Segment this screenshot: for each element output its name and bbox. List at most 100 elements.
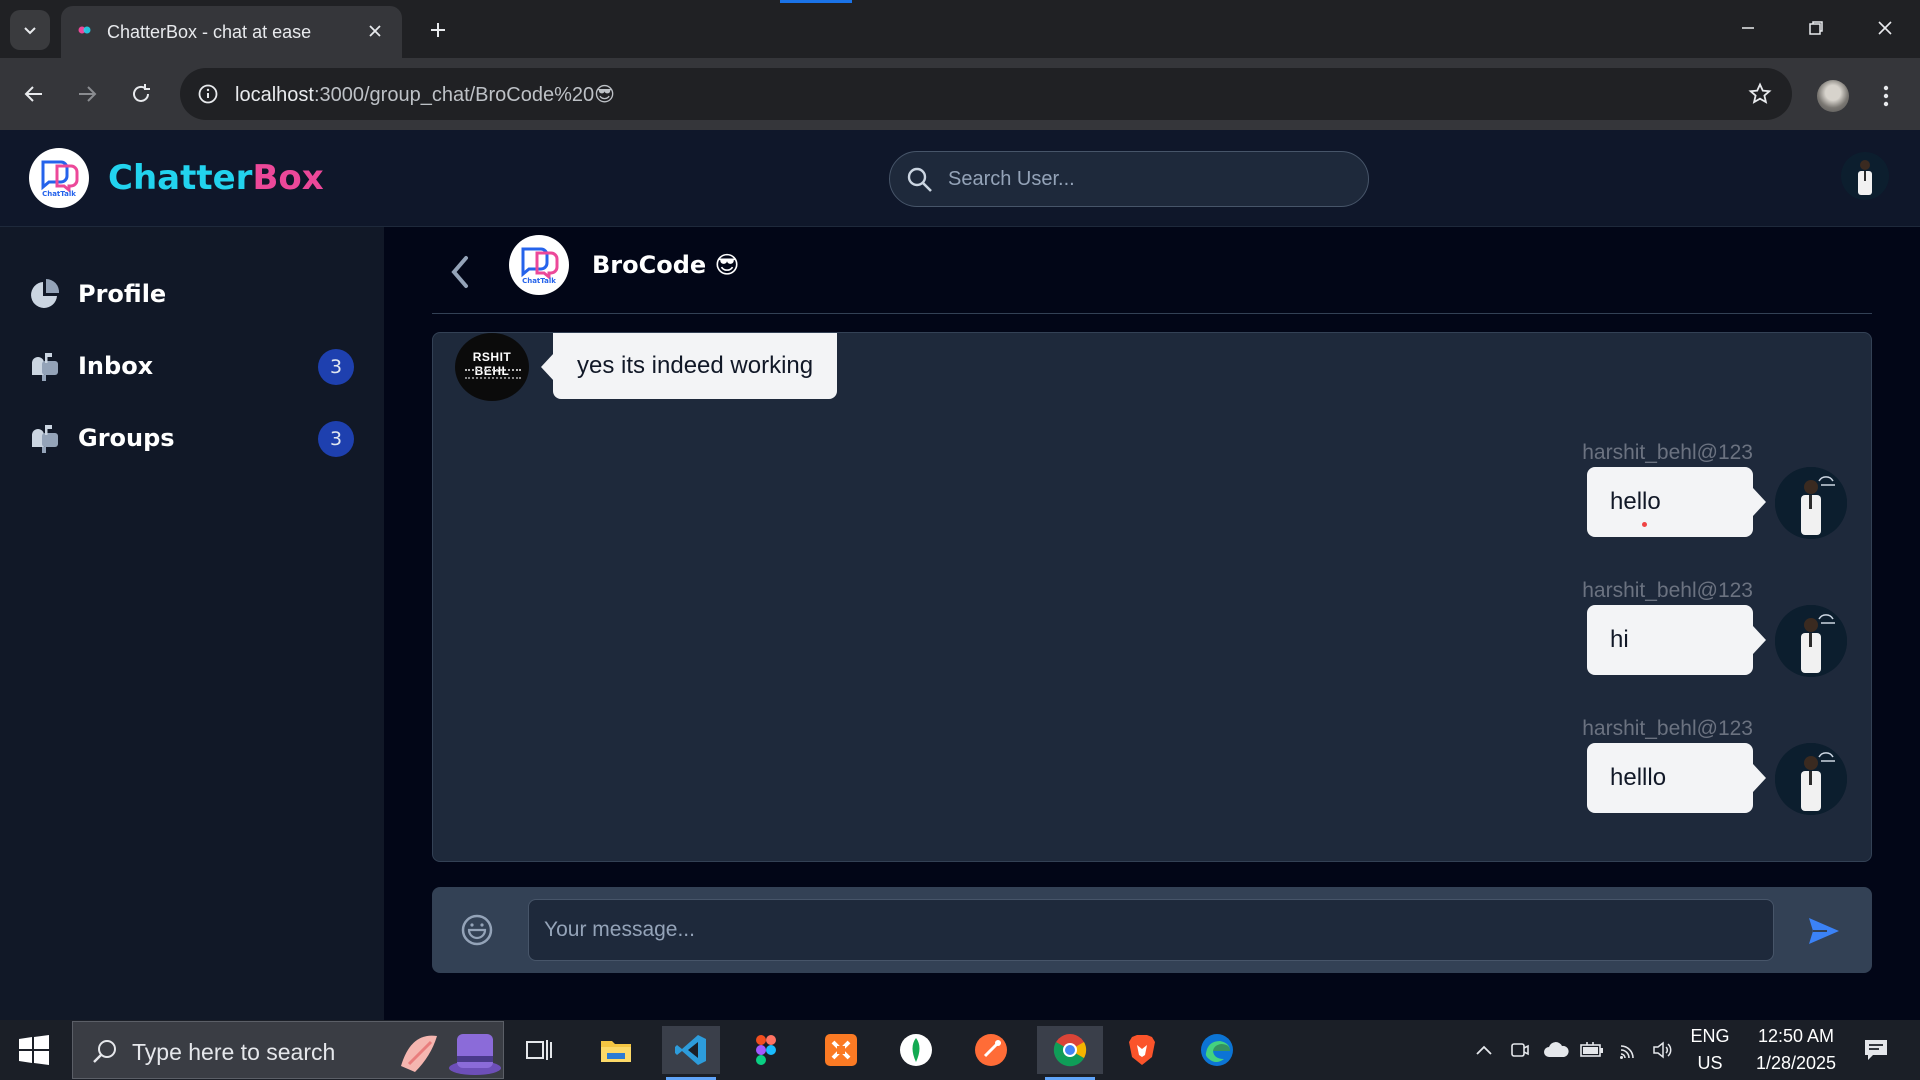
message-input[interactable] <box>528 899 1774 961</box>
sender-avatar[interactable]: RSHIT BEHL <box>455 333 529 401</box>
taskbar-chrome[interactable] <box>1037 1026 1103 1080</box>
search-highlight-icon <box>401 1034 501 1075</box>
taskbar-file-explorer[interactable] <box>587 1026 645 1074</box>
arrow-left-icon <box>24 86 42 102</box>
brave-icon <box>1129 1035 1155 1065</box>
send-button[interactable] <box>1802 909 1846 953</box>
vscode-icon <box>675 1035 706 1065</box>
browser-tabstrip: ChatterBox - chat at ease <box>0 0 1920 58</box>
camera-icon <box>1511 1043 1529 1057</box>
tray-meet[interactable] <box>1506 1020 1534 1080</box>
message-text: helllo <box>1610 764 1667 791</box>
speaker-icon <box>1653 1041 1672 1059</box>
tray-volume[interactable] <box>1648 1020 1678 1080</box>
groups-count-badge: 3 <box>318 421 354 457</box>
close-icon <box>1878 21 1892 35</box>
tray-onedrive[interactable] <box>1540 1020 1572 1080</box>
user-search[interactable] <box>889 151 1369 207</box>
sidebar-item-groups[interactable]: Groups 3 <box>28 413 358 463</box>
inbox-count-badge: 3 <box>318 349 354 385</box>
group-avatar[interactable]: ChatTalk <box>509 235 569 295</box>
wifi-icon <box>1620 1045 1634 1059</box>
browser-toolbar: localhost:3000/group_chat/BroCode%20😎 <box>0 58 1920 130</box>
reload-icon <box>133 84 150 102</box>
taskbar-xampp[interactable] <box>812 1026 870 1074</box>
url-text: localhost:3000/group_chat/BroCode%20😎 <box>235 82 615 107</box>
reload-button[interactable] <box>121 74 161 114</box>
battery-icon <box>1580 1042 1603 1057</box>
tray-clock[interactable]: 12:50 AM 1/28/2025 <box>1740 1020 1852 1080</box>
region-code: US <box>1697 1053 1723 1073</box>
tray-notifications[interactable] <box>1852 1020 1900 1080</box>
taskbar-search[interactable]: Type here to search <box>72 1021 504 1079</box>
task-view-icon <box>526 1040 552 1060</box>
user-photo-icon <box>1775 743 1847 815</box>
taskbar-edge[interactable] <box>1188 1026 1246 1074</box>
tab-search-button[interactable] <box>10 10 50 50</box>
arrow-right-icon <box>79 86 97 102</box>
forward-nav-button[interactable] <box>67 74 107 114</box>
taskbar-mongodb[interactable] <box>887 1026 945 1074</box>
language-indicator: ENG US <box>1690 1023 1729 1077</box>
sidebar-item-profile[interactable]: Profile <box>28 269 358 319</box>
message-text: hi <box>1610 626 1629 653</box>
user-photo-icon <box>1841 152 1889 200</box>
bookmark-button[interactable] <box>1746 80 1774 108</box>
tab-close-button[interactable] <box>362 18 388 44</box>
minimize-button[interactable] <box>1725 8 1771 48</box>
taskbar-vscode[interactable] <box>662 1026 720 1080</box>
message-list: RSHIT BEHL yes its indeed working harshi… <box>432 332 1872 862</box>
site-info-button[interactable] <box>194 80 222 108</box>
postman-icon <box>975 1034 1007 1066</box>
browser-profile-avatar[interactable] <box>1817 80 1849 112</box>
language-code: ENG <box>1690 1026 1730 1046</box>
brand-part2: Box <box>252 158 324 198</box>
user-photo-icon <box>1775 467 1847 539</box>
taskbar-task-view[interactable] <box>510 1026 568 1074</box>
url-path: :3000/group_chat/BroCode%20😎 <box>313 84 615 106</box>
outgoing-message: harshit_behl@123 helllo <box>1471 717 1871 827</box>
search-icon <box>93 1040 116 1063</box>
clock: 12:50 AM 1/28/2025 <box>1756 1023 1836 1077</box>
taskbar-postman[interactable] <box>962 1026 1020 1074</box>
browser-tab[interactable]: ChatterBox - chat at ease <box>61 6 402 58</box>
brand-part1: Chatter <box>108 158 253 198</box>
message-avatar[interactable] <box>1775 467 1847 539</box>
message-avatar[interactable] <box>1775 605 1847 677</box>
xampp-icon <box>825 1034 857 1066</box>
chevron-down-icon <box>24 27 36 35</box>
tray-battery[interactable] <box>1576 1020 1608 1080</box>
taskbar-brave[interactable] <box>1113 1026 1171 1074</box>
user-avatar[interactable] <box>1841 152 1889 200</box>
browser-menu-button[interactable] <box>1872 76 1900 116</box>
address-bar[interactable]: localhost:3000/group_chat/BroCode%20😎 <box>180 68 1792 120</box>
back-nav-button[interactable] <box>14 74 54 114</box>
restore-icon <box>1809 21 1823 35</box>
message-avatar[interactable] <box>1775 743 1847 815</box>
message-sender: harshit_behl@123 <box>1582 441 1753 464</box>
taskbar-figma[interactable] <box>737 1026 795 1074</box>
sidebar-item-inbox[interactable]: Inbox 3 <box>28 341 358 391</box>
mailbox-icon <box>32 425 58 453</box>
message-composer <box>432 887 1872 973</box>
message-sender: harshit_behl@123 <box>1582 579 1753 602</box>
windows-start-icon[interactable] <box>16 1034 52 1066</box>
window-close-button[interactable] <box>1862 8 1908 48</box>
emoji-button[interactable] <box>458 911 496 949</box>
outgoing-message: harshit_behl@123 hello <box>1471 441 1871 551</box>
tray-wifi[interactable] <box>1614 1020 1644 1080</box>
group-name: BroCode 😎 <box>592 251 740 279</box>
app-logo[interactable]: ChatTalk <box>29 148 89 208</box>
tray-chevron[interactable] <box>1468 1020 1500 1080</box>
search-input[interactable] <box>948 152 1348 206</box>
header-divider <box>432 313 1872 314</box>
restore-button[interactable] <box>1793 8 1839 48</box>
outgoing-message: harshit_behl@123 hi <box>1471 579 1871 689</box>
more-vertical-icon <box>1883 85 1889 107</box>
chat-logo-icon: ChatTalk <box>521 247 559 285</box>
back-button[interactable] <box>442 247 478 297</box>
sidebar: Profile Inbox 3 Groups 3 <box>0 227 384 1020</box>
sidebar-item-label: Groups <box>78 424 175 452</box>
new-tab-button[interactable] <box>422 14 454 46</box>
tray-language[interactable]: ENG US <box>1684 1020 1736 1080</box>
